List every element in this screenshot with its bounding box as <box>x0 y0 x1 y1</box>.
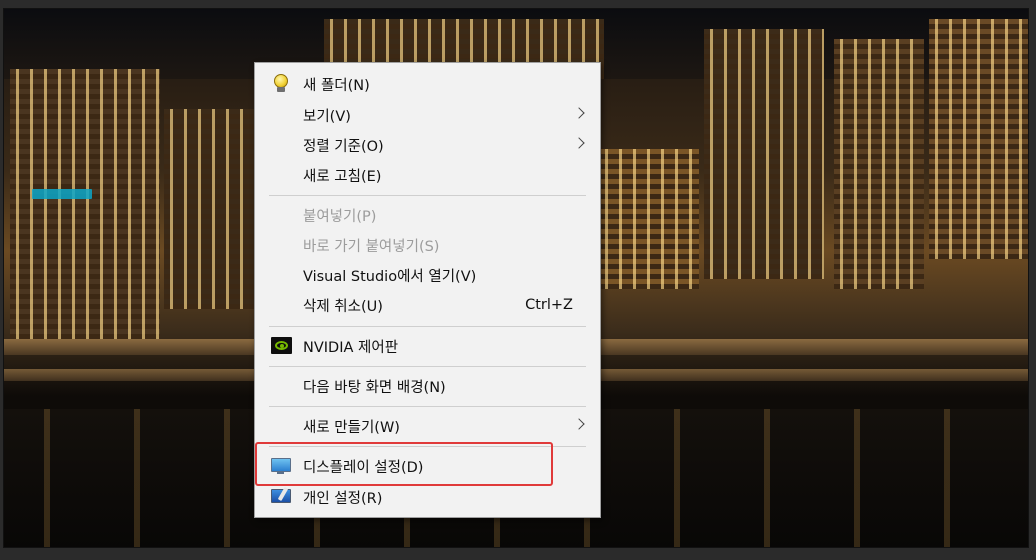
chevron-right-icon <box>573 418 585 430</box>
chevron-right-icon <box>573 107 585 119</box>
nvidia-icon <box>271 337 292 354</box>
wallpaper-building <box>929 19 1028 259</box>
menu-item-sort-by[interactable]: 정렬 기준(O) <box>255 130 600 160</box>
menu-item-paste: 붙여넣기(P) <box>255 200 600 230</box>
menu-separator <box>269 195 586 196</box>
menu-separator <box>269 326 586 327</box>
menu-item-next-desktop-background[interactable]: 다음 바탕 화면 배경(N) <box>255 371 600 401</box>
menu-item-label: 새로 고침(E) <box>303 168 382 185</box>
menu-item-display-settings[interactable]: 디스플레이 설정(D) <box>255 451 600 481</box>
wallpaper-building <box>10 69 160 339</box>
wallpaper-building <box>164 109 259 309</box>
menu-item-label: 디스플레이 설정(D) <box>303 459 424 476</box>
menu-item-label: 새로 만들기(W) <box>303 419 400 436</box>
menu-item-label: 붙여넣기(P) <box>303 208 377 225</box>
personalize-icon <box>271 486 291 503</box>
menu-item-personalize[interactable]: 개인 설정(R) <box>255 482 600 512</box>
menu-item-label: 새 폴더(N) <box>303 77 370 94</box>
menu-separator <box>269 446 586 447</box>
menu-item-new-folder[interactable]: 새 폴더(N) <box>255 69 600 99</box>
menu-item-label: 바로 가기 붙여넣기(S) <box>303 238 440 255</box>
wallpaper-sign <box>32 189 92 199</box>
bulb-icon <box>274 74 288 93</box>
menu-item-paste-shortcut: 바로 가기 붙여넣기(S) <box>255 230 600 260</box>
menu-item-refresh[interactable]: 새로 고침(E) <box>255 160 600 190</box>
menu-item-label: Visual Studio에서 열기(V) <box>303 268 477 285</box>
menu-item-open-in-visual-studio[interactable]: Visual Studio에서 열기(V) <box>255 260 600 290</box>
menu-item-label: 다음 바탕 화면 배경(N) <box>303 379 446 396</box>
display-settings-icon <box>271 458 291 474</box>
menu-separator <box>269 366 586 367</box>
menu-item-view[interactable]: 보기(V) <box>255 100 600 130</box>
menu-item-label: 개인 설정(R) <box>303 490 383 507</box>
shortcut-label: Ctrl+Z <box>525 297 573 313</box>
chevron-right-icon <box>573 137 585 149</box>
menu-item-label: 삭제 취소(U) <box>303 298 383 315</box>
menu-item-label: 보기(V) <box>303 108 351 125</box>
desktop-context-menu: 새 폴더(N) 보기(V) 정렬 기준(O) 새로 고침(E) 붙여넣기(P) … <box>254 62 601 518</box>
menu-item-label: NVIDIA 제어판 <box>303 339 399 356</box>
menu-item-new[interactable]: 새로 만들기(W) <box>255 411 600 441</box>
wallpaper-building <box>834 39 924 289</box>
menu-item-undo-delete[interactable]: 삭제 취소(U) Ctrl+Z <box>255 290 600 320</box>
menu-separator <box>269 406 586 407</box>
wallpaper-building <box>704 29 824 279</box>
menu-item-label: 정렬 기준(O) <box>303 138 384 155</box>
wallpaper-building <box>599 149 699 289</box>
menu-item-nvidia-control-panel[interactable]: NVIDIA 제어판 <box>255 331 600 361</box>
